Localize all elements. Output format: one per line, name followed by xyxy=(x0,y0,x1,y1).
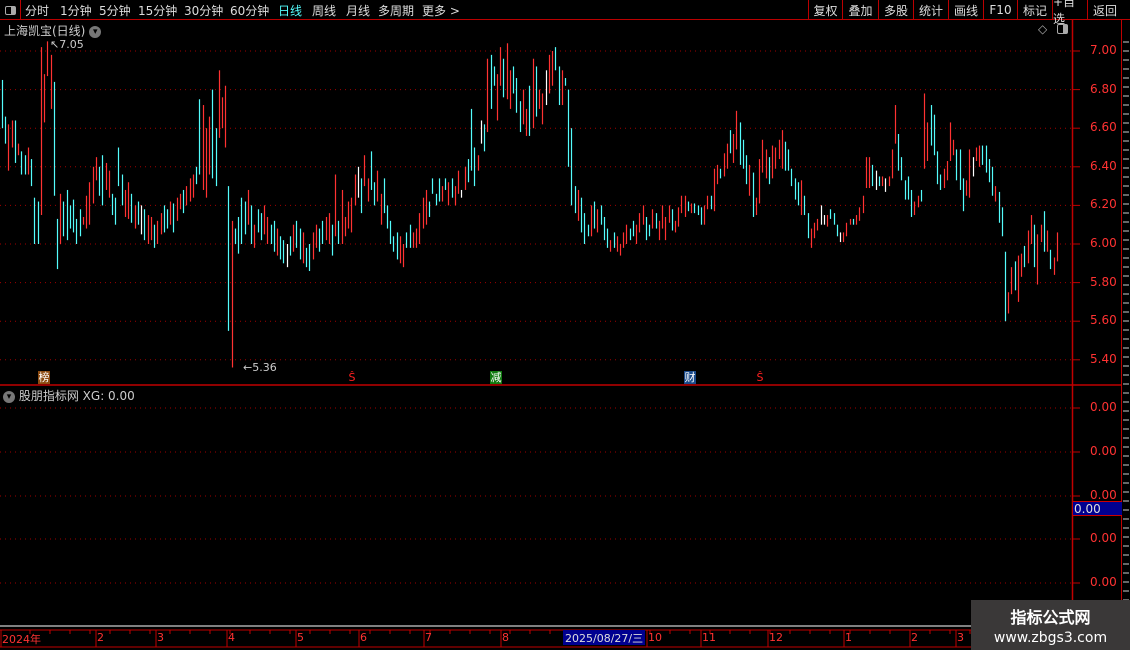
watermark-url: www.zbgs3.com xyxy=(993,630,1108,646)
period-tab-0[interactable]: 分时 xyxy=(25,2,49,19)
toolbar-button-6[interactable]: 标记 xyxy=(1017,0,1052,20)
price-tick-label: 6.40 xyxy=(1090,158,1117,173)
event-marker[interactable]: Ŝ xyxy=(754,371,766,384)
price-tick-label: 5.80 xyxy=(1090,274,1117,289)
price-tick-label: 5.40 xyxy=(1090,351,1117,366)
period-tab-7[interactable]: 周线 xyxy=(312,2,336,19)
price-tick-label: 6.00 xyxy=(1090,236,1117,250)
panel-toggle-icon[interactable] xyxy=(0,0,21,20)
time-label: 2024年 xyxy=(2,633,41,646)
time-label: 6 xyxy=(360,631,367,644)
period-tab-6[interactable]: 日线 xyxy=(278,2,302,19)
time-label: 10 xyxy=(648,631,662,644)
indicator-value: XG: 0.00 xyxy=(82,389,135,403)
indicator-title: ▾ 股朋指标网 XG: 0.00 xyxy=(3,387,135,404)
price-tick-label: 6.20 xyxy=(1090,197,1117,212)
period-tab-2[interactable]: 5分钟 xyxy=(99,2,131,19)
price-tick-label: 6.60 xyxy=(1090,120,1117,135)
watermark-logo: 指标公式网 www.zbgs3.com xyxy=(971,600,1130,650)
indicator-tick-label: 0.00 xyxy=(1090,488,1117,502)
toolbar-button-0[interactable]: 复权 xyxy=(808,0,842,20)
period-tab-10[interactable]: 更多 > xyxy=(422,2,460,19)
time-label: 11 xyxy=(702,631,716,644)
indicator-tick-label: 0.00 xyxy=(1090,444,1117,458)
kline-chart[interactable] xyxy=(0,20,1130,650)
period-tab-5[interactable]: 60分钟 xyxy=(230,2,269,19)
period-tab-4[interactable]: 30分钟 xyxy=(184,2,223,19)
time-label: 8 xyxy=(502,631,509,644)
event-marker[interactable]: 财 xyxy=(684,371,696,384)
cursor-date-box: 2025/08/27/三 xyxy=(563,630,646,645)
toolbar-button-7[interactable]: +自选 xyxy=(1052,0,1087,26)
time-label: 2 xyxy=(911,631,918,644)
high-price-value: 7.05 xyxy=(59,38,84,51)
time-label: 3 xyxy=(957,631,964,644)
toolbar-button-5[interactable]: F10 xyxy=(983,0,1017,20)
time-label: 3 xyxy=(157,631,164,644)
toolbar-button-3[interactable]: 统计 xyxy=(913,0,948,20)
period-tab-3[interactable]: 15分钟 xyxy=(138,2,177,19)
chevron-down-icon[interactable]: ▾ xyxy=(3,390,15,403)
toolbar-button-8[interactable]: 返回 xyxy=(1087,0,1122,20)
event-marker[interactable]: 榜 xyxy=(38,371,50,384)
event-marker[interactable]: Ŝ xyxy=(346,371,358,384)
period-tab-8[interactable]: 月线 xyxy=(346,2,370,19)
price-tick-label: 7.00 xyxy=(1090,43,1117,57)
event-marker[interactable]: 减 xyxy=(490,371,502,384)
time-label: 12 xyxy=(769,631,783,644)
watermark-title: 指标公式网 xyxy=(1010,608,1091,627)
period-tab-9[interactable]: 多周期 xyxy=(378,2,414,19)
low-price-value: 5.36 xyxy=(252,361,277,374)
time-label: 1 xyxy=(845,631,852,644)
time-label: 4 xyxy=(228,631,235,644)
time-label: 2 xyxy=(97,631,104,644)
indicator-name: 股朋指标网 xyxy=(18,389,79,403)
price-tick-label: 6.80 xyxy=(1090,81,1117,96)
high-price-annotation: ↖7.05 xyxy=(50,38,84,51)
toolbar-button-1[interactable]: 叠加 xyxy=(842,0,878,20)
toolbar-button-2[interactable]: 多股 xyxy=(878,0,913,20)
price-tick-label: 5.60 xyxy=(1090,313,1117,328)
indicator-tick-label: 0.00 xyxy=(1090,531,1117,545)
time-label: 5 xyxy=(297,631,304,644)
period-tab-1[interactable]: 1分钟 xyxy=(60,2,92,19)
period-toolbar: 分时 1分钟 5分钟 15分钟 30分钟 60分钟 日线 周线 月线 多周期 更多 > 复权 叠加 多股统… xyxy=(0,0,1130,26)
low-price-annotation: ←5.36 xyxy=(243,361,277,374)
time-label: 7 xyxy=(425,631,432,644)
indicator-tick-label: 0.00 xyxy=(1090,400,1117,414)
indicator-tick-label: 0.00 xyxy=(1090,575,1117,589)
cursor-value-box: 0.00 xyxy=(1073,501,1122,516)
toolbar-button-4[interactable]: 画线 xyxy=(948,0,983,20)
